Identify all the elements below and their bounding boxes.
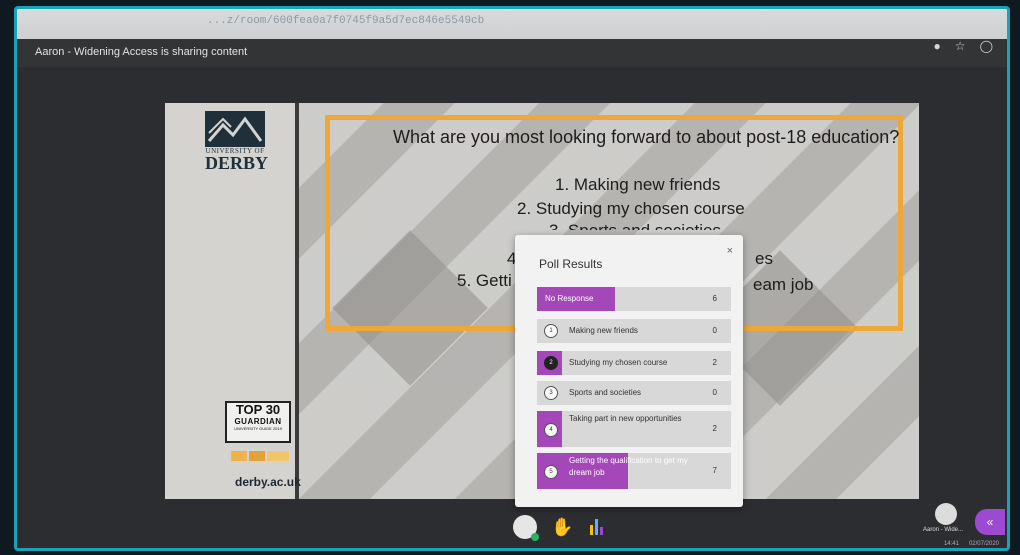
participant-name: Aaron - Wide...: [922, 527, 963, 533]
option-number-badge: 5: [544, 465, 558, 479]
poll-result-row: 5 Getting the qualification to get my dr…: [537, 453, 731, 489]
poll-result-row: 4 Taking part in new opportunities 2: [537, 411, 731, 447]
screen: ...z/room/600fea0a7f0745f9a5d7ec846e5549…: [14, 6, 1010, 551]
guardian-badge: TOP 30 GUARDIAN UNIVERSITY GUIDE 2019: [225, 401, 291, 443]
slide-option-2: 2. Studying my chosen course: [517, 199, 745, 218]
badge-middle-text: GUARDIAN: [234, 417, 282, 426]
slide-option-5-tail: eam job: [753, 275, 814, 294]
no-response-count: 6: [712, 294, 717, 303]
poll-result-row: 3 Sports and societies 0: [537, 381, 731, 405]
badge-top-text: TOP 30: [235, 402, 281, 417]
no-response-row: No Response 6: [537, 287, 731, 311]
clock-time: 14:41: [943, 541, 959, 547]
poll-result-row: 2 Studying my chosen course 2: [537, 351, 731, 375]
user-mic-icon[interactable]: [513, 515, 539, 541]
poll-result-label: Getting the qualification to get my drea…: [569, 456, 688, 477]
poll-result-label: Making new friends: [569, 326, 638, 335]
university-logo: UNIVERSITY OF DERBY: [205, 111, 269, 173]
poll-result-count: 0: [712, 388, 717, 397]
slide-divider: [295, 103, 299, 499]
option-number-badge: 1: [544, 324, 558, 338]
mountain-logo-icon: [205, 111, 265, 147]
website-text: derby.ac.uk: [235, 475, 301, 489]
option-number-badge: 2: [544, 356, 558, 370]
circle-icon[interactable]: ◯: [980, 39, 993, 53]
clock-date: 02/07/2020: [968, 541, 999, 547]
poll-result-row: 1 Making new friends 0: [537, 319, 731, 343]
avatar[interactable]: [935, 503, 957, 525]
option-number-badge: 3: [544, 386, 558, 400]
poll-results-panel: × Poll Results No Response 6 1 Making ne…: [515, 235, 743, 507]
poll-result-count: 2: [712, 424, 717, 433]
no-response-label: No Response: [545, 294, 594, 303]
meeting-controls: ✋: [513, 515, 607, 541]
poll-result-label: Taking part in new opportunities: [569, 414, 682, 423]
option-number-badge: 4: [544, 423, 558, 437]
poll-result-count: 2: [712, 358, 717, 367]
meeting-top-bar: Aaron - Widening Access is sharing conte…: [17, 39, 1007, 67]
url-text[interactable]: ...z/room/600fea0a7f0745f9a5d7ec846e5549…: [207, 15, 484, 27]
poll-title: Poll Results: [539, 257, 603, 271]
key-icon[interactable]: ●: [934, 39, 941, 53]
badge-bottom-text: UNIVERSITY GUIDE 2019: [234, 426, 282, 431]
slide-question: What are you most looking forward to abo…: [393, 127, 900, 147]
poll-result-label: Studying my chosen course: [569, 358, 668, 367]
poll-icon[interactable]: [587, 517, 607, 537]
slide-option-1: 1. Making new friends: [555, 175, 721, 194]
poll-result-count: 0: [712, 326, 717, 335]
close-icon[interactable]: ×: [727, 245, 733, 257]
hand-raise-icon[interactable]: ✋: [551, 517, 573, 538]
poll-result-count: 7: [712, 466, 717, 475]
star-icon[interactable]: ☆: [955, 39, 966, 53]
sharing-status-text: Aaron - Widening Access is sharing conte…: [35, 46, 248, 58]
browser-toolbar-icons: ● ☆ ◯: [934, 39, 993, 53]
tef-label: [249, 451, 265, 461]
browser-bar: ...z/room/600fea0a7f0745f9a5d7ec846e5549…: [17, 9, 1007, 39]
tef-badge: [231, 449, 289, 463]
system-tray: 14:41 02/07/2020: [944, 541, 999, 547]
poll-result-label: Sports and societies: [569, 388, 642, 397]
slide-option-5: 5. Getti: [457, 271, 512, 290]
slide-option-4-tail: es: [755, 249, 773, 268]
logo-title: DERBY: [205, 153, 269, 173]
chevron-left-icon[interactable]: «: [975, 509, 1005, 535]
